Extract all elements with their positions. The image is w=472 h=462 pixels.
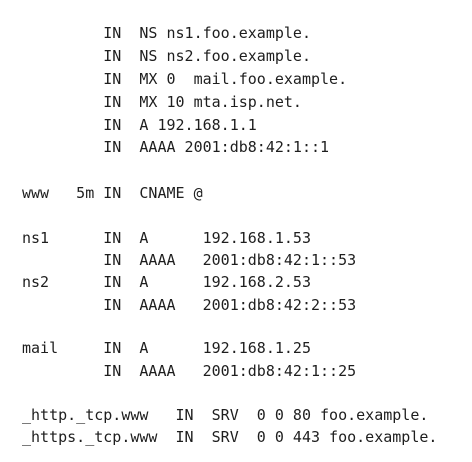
record-line: mail IN A 192.168.1.25 bbox=[22, 339, 311, 357]
record-line: IN AAAA 2001:db8:42:1::1 bbox=[22, 138, 330, 156]
record-line: _https._tcp.www IN SRV 0 0 443 foo.examp… bbox=[22, 428, 438, 446]
record-line: IN A 192.168.1.1 bbox=[22, 116, 257, 134]
record-line: IN AAAA 2001:db8:42:1::25 bbox=[22, 362, 357, 380]
record-line: IN AAAA 2001:db8:42:2::53 bbox=[22, 296, 357, 314]
record-line: ns2 IN A 192.168.2.53 bbox=[22, 273, 311, 291]
record-line: _http._tcp.www IN SRV 0 0 80 foo.example… bbox=[22, 406, 429, 424]
zone-file-listing: IN NS ns1.foo.example. IN NS ns2.foo.exa… bbox=[0, 0, 472, 462]
record-line: IN MX 0 mail.foo.example. bbox=[22, 70, 348, 88]
record-line: IN MX 10 mta.isp.net. bbox=[22, 93, 302, 111]
record-line: IN AAAA 2001:db8:42:1::53 bbox=[22, 251, 357, 269]
record-line: ns1 IN A 192.168.1.53 bbox=[22, 229, 311, 247]
record-line: IN NS ns2.foo.example. bbox=[22, 47, 311, 65]
record-line: www 5m IN CNAME @ bbox=[22, 184, 203, 202]
record-line: IN NS ns1.foo.example. bbox=[22, 24, 311, 42]
